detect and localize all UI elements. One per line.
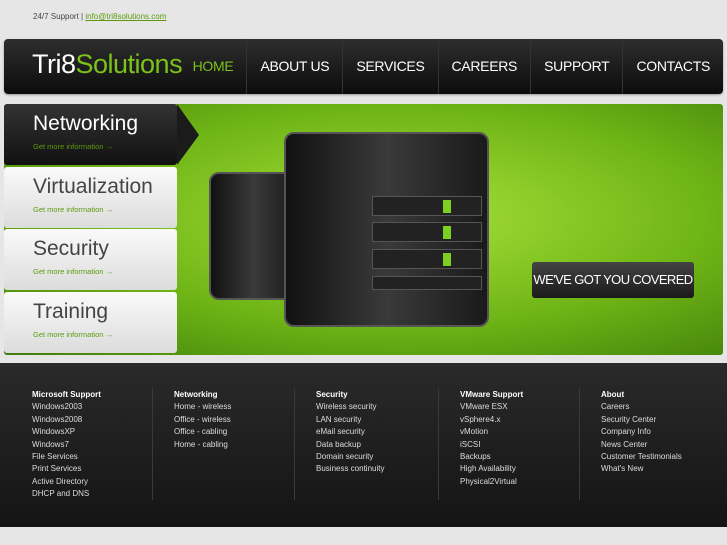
footer-column: Networking Home - wireless Office - wirele… xyxy=(174,389,231,451)
footer-divider xyxy=(579,388,580,500)
footer-link[interactable]: Careers xyxy=(601,401,682,413)
logo[interactable]: Tri8Solutions xyxy=(32,49,183,80)
footer-link[interactable]: vMotion xyxy=(460,426,523,438)
tab-security[interactable]: Security Get more information → xyxy=(4,229,177,290)
footer-divider xyxy=(152,388,153,500)
nav-home[interactable]: HOME xyxy=(180,39,247,94)
footer-link[interactable]: Office - wireless xyxy=(174,414,231,426)
footer-link[interactable]: VMware ESX xyxy=(460,401,523,413)
footer-link[interactable]: Backups xyxy=(460,451,523,463)
footer-link[interactable]: Windows2008 xyxy=(32,414,101,426)
logo-part1: Tri8 xyxy=(32,49,76,79)
footer-divider xyxy=(438,388,439,500)
more-info-link[interactable]: Get more information → xyxy=(33,330,113,339)
footer-link[interactable]: File Services xyxy=(32,451,101,463)
footer-link[interactable]: News Center xyxy=(601,439,682,451)
tab-virtualization[interactable]: Virtualization Get more information → xyxy=(4,166,177,228)
covered-button[interactable]: WE'VE GOT YOU COVERED xyxy=(532,262,694,298)
logo-part2: Solutions xyxy=(75,49,183,79)
footer-link[interactable]: eMail security xyxy=(316,426,384,438)
footer-link[interactable]: Customer Testimonials xyxy=(601,451,682,463)
nav-careers[interactable]: CAREERS xyxy=(437,39,531,94)
footer-link[interactable]: Windows2003 xyxy=(32,401,101,413)
footer-link[interactable]: Data backup xyxy=(316,439,384,451)
footer-link[interactable]: Office - cabling xyxy=(174,426,231,438)
footer-link[interactable]: DHCP and DNS xyxy=(32,488,101,500)
tab-title: Training xyxy=(33,299,109,323)
main-nav: Tri8Solutions HOME ABOUT US SERVICES CAREER… xyxy=(4,39,723,94)
footer-link[interactable]: Domain security xyxy=(316,451,384,463)
email-link[interactable]: info@tri8solutions.com xyxy=(85,12,166,21)
tab-title: Security xyxy=(33,237,109,260)
footer-link[interactable]: iSCSI xyxy=(460,439,523,451)
footer-heading: Microsoft Support xyxy=(32,390,101,399)
footer-link[interactable]: Company Info xyxy=(601,426,682,438)
nav-services[interactable]: SERVICES xyxy=(342,39,437,94)
tab-title: Virtualization xyxy=(33,174,153,198)
footer-link[interactable]: WindowsXP xyxy=(32,426,101,438)
footer-link[interactable]: Active Directory xyxy=(32,476,101,488)
tab-title: Networking xyxy=(33,112,139,135)
more-info-link[interactable]: Get more information → xyxy=(33,142,113,151)
footer-link[interactable]: Print Services xyxy=(32,463,101,475)
footer-heading: VMware Support xyxy=(460,390,524,399)
footer-column: Security Wireless security LAN security eMa… xyxy=(316,389,384,476)
footer-link[interactable]: Windows7 xyxy=(32,439,101,451)
support-line: 24/7 Support | info@tri8solutions.com xyxy=(33,12,166,21)
support-text: 24/7 Support | xyxy=(33,12,86,21)
tab-networking[interactable]: Networking Get more information → xyxy=(4,104,199,165)
footer-heading: Networking xyxy=(174,390,218,399)
footer-link[interactable]: Physical2Virtual xyxy=(460,476,523,488)
footer-link[interactable]: What's New xyxy=(601,463,682,475)
tab-training[interactable]: Training Get more information → xyxy=(4,291,177,353)
nav-support[interactable]: SUPPORT xyxy=(530,39,622,94)
footer-link[interactable]: Business continuity xyxy=(316,463,384,475)
more-info-link[interactable]: Get more information → xyxy=(33,267,113,276)
nav-contacts[interactable]: CONTACTS xyxy=(622,39,723,94)
footer-heading: About xyxy=(601,390,625,399)
footer-link[interactable]: High Availability xyxy=(460,463,523,475)
footer-heading: Security xyxy=(316,390,348,399)
hero-banner: Networking Get more information → Virtuali… xyxy=(4,104,723,355)
footer-link[interactable]: LAN security xyxy=(316,414,384,426)
footer-column: VMware Support VMware ESX vSphere4.x vMotio… xyxy=(460,389,523,488)
more-info-link[interactable]: Get more information → xyxy=(33,205,113,214)
footer: Microsoft Support Windows2003 Windows2008 W… xyxy=(0,363,727,527)
footer-link[interactable]: Home - wireless xyxy=(174,401,231,413)
footer-link[interactable]: vSphere4.x xyxy=(460,414,523,426)
footer-link[interactable]: Wireless security xyxy=(316,401,384,413)
footer-divider xyxy=(294,388,295,500)
footer-column: About Careers Security Center Company Info N… xyxy=(601,389,682,476)
footer-column: Microsoft Support Windows2003 Windows2008 W… xyxy=(32,389,101,501)
footer-link[interactable]: Security Center xyxy=(601,414,682,426)
footer-link[interactable]: Home - cabling xyxy=(174,439,231,451)
nav-about-us[interactable]: ABOUT US xyxy=(246,39,342,94)
